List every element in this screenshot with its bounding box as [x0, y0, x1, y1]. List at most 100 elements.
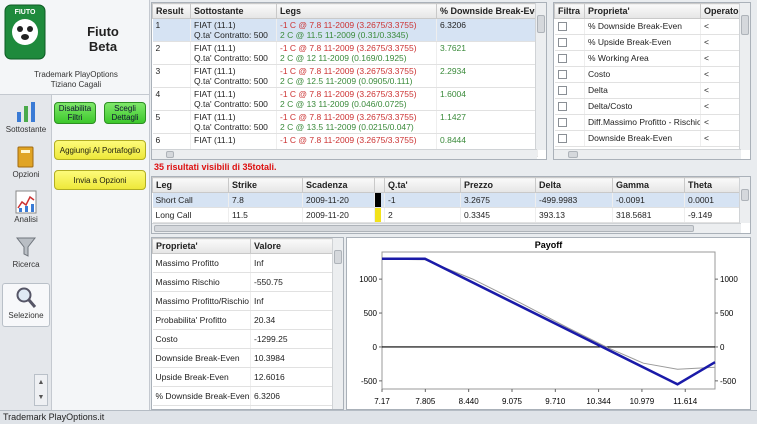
- col-header-legs[interactable]: Legs: [276, 3, 437, 19]
- col-header-proprieta[interactable]: Proprieta': [584, 3, 701, 19]
- property-row[interactable]: Massimo Profitto/Rischio Inf: [152, 291, 335, 311]
- filter-row[interactable]: % Working Area <: [554, 50, 742, 67]
- downside-break-even-cell: 1.1427: [436, 110, 538, 134]
- y-tick-label-left: 0: [373, 343, 378, 352]
- filter-checkbox-cell[interactable]: [554, 98, 585, 115]
- filter-operator[interactable]: <: [700, 114, 742, 131]
- leg-row[interactable]: Short Call 7.8 2009-11-20 -1 3.2675 -499.9983…: [152, 192, 742, 208]
- col-header-leg[interactable]: Leg: [152, 177, 229, 193]
- filter-row[interactable]: Downside Break-Even <: [554, 130, 742, 147]
- book-icon: [17, 146, 34, 168]
- results-row[interactable]: 2 FIAT (11.1) Q.ta' Contratto: 500 -1 C @ 7…: [152, 41, 538, 65]
- col-header-operator[interactable]: Operator: [700, 3, 742, 19]
- filter-checkbox-cell[interactable]: [554, 50, 585, 67]
- filter-operator[interactable]: <: [700, 50, 742, 67]
- legs-cell: -1 C @ 7.8 11-2009 (3.2675/3.3755) 2 C @ …: [276, 18, 437, 42]
- nav-item-ricerca[interactable]: Ricerca: [2, 233, 50, 277]
- scroll-up-icon[interactable]: ▲: [35, 375, 47, 390]
- col-header-result[interactable]: Result: [152, 3, 191, 19]
- filter-checkbox-cell[interactable]: [554, 18, 585, 35]
- col-header-qty[interactable]: Q.ta': [384, 177, 461, 193]
- property-row[interactable]: Massimo Profitto Inf: [152, 253, 335, 273]
- col-header-filtra[interactable]: Filtra: [554, 3, 585, 19]
- property-row[interactable]: Probabilita' Profitto 20.34: [152, 310, 335, 330]
- filters-vertical-scrollbar[interactable]: [739, 3, 750, 150]
- disable-filters-button[interactable]: Disabilita Filtri: [54, 102, 96, 124]
- col-header-theta[interactable]: Theta: [684, 177, 742, 193]
- filter-checkbox[interactable]: [557, 102, 567, 112]
- col-header-valore[interactable]: Valore: [250, 238, 335, 254]
- col-header-strike[interactable]: Strike: [228, 177, 303, 193]
- filter-checkbox-cell[interactable]: [554, 34, 585, 51]
- legs-vertical-scrollbar[interactable]: [739, 177, 750, 223]
- filter-checkbox-cell[interactable]: [554, 130, 585, 147]
- x-tick-label: 9.710: [545, 397, 566, 406]
- filter-checkbox-cell[interactable]: [554, 66, 585, 83]
- filter-checkbox[interactable]: [557, 54, 567, 64]
- col-header-sottostante[interactable]: Sottostante: [190, 3, 277, 19]
- col-header-delta[interactable]: Delta: [535, 177, 613, 193]
- choose-details-button[interactable]: Scegli Dettagli: [104, 102, 146, 124]
- add-to-portfolio-button[interactable]: Aggiungi Al Portafoglio: [54, 140, 146, 160]
- property-row[interactable]: % Downside Break-Even 6.3206: [152, 386, 335, 406]
- filter-checkbox[interactable]: [557, 38, 567, 48]
- leg-leg: Short Call: [152, 192, 229, 208]
- results-row[interactable]: 1 FIAT (11.1) Q.ta' Contratto: 500 -1 C @ 7…: [152, 18, 538, 42]
- leg-theta: 0.0001: [684, 192, 742, 208]
- property-row[interactable]: Downside Break-Even 10.3984: [152, 348, 335, 368]
- col-header-gamma[interactable]: Gamma: [612, 177, 685, 193]
- leg-color-swatch: [375, 193, 381, 207]
- col-header-scadenza[interactable]: Scadenza: [302, 177, 375, 193]
- results-vertical-scrollbar[interactable]: [535, 3, 546, 150]
- filter-checkbox[interactable]: [557, 70, 567, 80]
- filter-row[interactable]: Delta <: [554, 82, 742, 99]
- filter-row[interactable]: % Downside Break-Even <: [554, 18, 742, 35]
- col-header-color[interactable]: [374, 177, 385, 193]
- filter-operator[interactable]: <: [700, 82, 742, 99]
- filter-checkbox[interactable]: [557, 86, 567, 96]
- leg-price: 3.2675: [460, 192, 536, 208]
- nav-item-opzioni[interactable]: Opzioni: [2, 143, 50, 187]
- svg-text:FIUTO: FIUTO: [15, 9, 36, 16]
- property-row[interactable]: Upside Break-Even 12.6016: [152, 367, 335, 387]
- filter-row[interactable]: Diff.Massimo Profitto - Rischio <: [554, 114, 742, 131]
- filter-operator[interactable]: <: [700, 34, 742, 51]
- filter-operator[interactable]: <: [700, 130, 742, 147]
- filter-checkbox[interactable]: [557, 22, 567, 32]
- filter-checkbox[interactable]: [557, 134, 567, 144]
- filter-checkbox-cell[interactable]: [554, 114, 585, 131]
- scroll-down-icon[interactable]: ▼: [35, 390, 47, 405]
- nav-item-sottostante[interactable]: Sottostante: [2, 98, 50, 142]
- property-row[interactable]: Costo -1299.25: [152, 329, 335, 349]
- results-horizontal-scrollbar[interactable]: [152, 149, 537, 159]
- leg-row[interactable]: Long Call 11.5 2009-11-20 2 0.3345 393.13 318.…: [152, 207, 742, 223]
- filters-horizontal-scrollbar[interactable]: [554, 149, 741, 159]
- filter-row[interactable]: Costo <: [554, 66, 742, 83]
- col-header-prezzo[interactable]: Prezzo: [460, 177, 536, 193]
- filter-checkbox-cell[interactable]: [554, 82, 585, 99]
- nav-item-analisi[interactable]: Analisi: [2, 188, 50, 232]
- leg-color-swatch: [375, 208, 381, 222]
- result-number: 2: [152, 41, 191, 65]
- result-number: 5: [152, 110, 191, 134]
- legs-horizontal-scrollbar[interactable]: [152, 223, 741, 233]
- leg-strike: 7.8: [228, 192, 303, 208]
- logo-area: FIUTO Fiuto Beta Trademark PlayOptions T…: [0, 0, 150, 95]
- col-header-downside-break-even[interactable]: % Downside Break-Even: [436, 3, 538, 19]
- filter-checkbox[interactable]: [557, 118, 567, 128]
- nav-item-selezione[interactable]: Selezione: [2, 283, 50, 327]
- results-row[interactable]: 3 FIAT (11.1) Q.ta' Contratto: 500 -1 C @ 7…: [152, 64, 538, 88]
- filter-operator[interactable]: <: [700, 66, 742, 83]
- results-row[interactable]: 4 FIAT (11.1) Q.ta' Contratto: 500 -1 C @ 7…: [152, 87, 538, 111]
- results-row[interactable]: 5 FIAT (11.1) Q.ta' Contratto: 500 -1 C @ 7…: [152, 110, 538, 134]
- send-to-options-button[interactable]: Invia a Opzioni: [54, 170, 146, 190]
- filter-row[interactable]: % Upside Break-Even <: [554, 34, 742, 51]
- filter-operator[interactable]: <: [700, 18, 742, 35]
- nav-scrollbar[interactable]: ▲ ▼: [34, 374, 48, 406]
- col-header-proprieta[interactable]: Proprieta': [152, 238, 251, 254]
- filter-operator[interactable]: <: [700, 98, 742, 115]
- filter-property: Delta/Costo: [584, 98, 701, 115]
- properties-vertical-scrollbar[interactable]: [332, 238, 343, 409]
- filter-row[interactable]: Delta/Costo <: [554, 98, 742, 115]
- property-row[interactable]: Massimo Rischio -550.75: [152, 272, 335, 292]
